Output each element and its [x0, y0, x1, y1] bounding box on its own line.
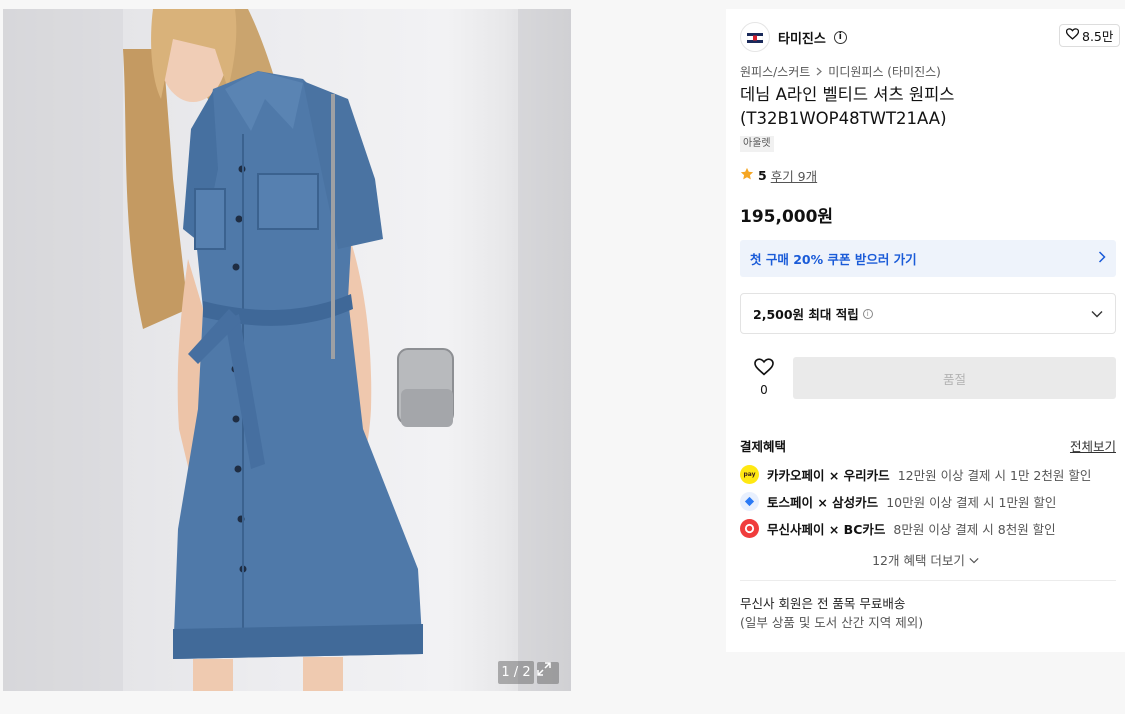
chevron-right-icon [1098, 251, 1106, 266]
product-photo-illustration [3, 9, 571, 691]
benefit-title: 무신사페이 × BC카드 [767, 522, 886, 537]
image-counter: 1 / 2 [498, 661, 534, 684]
chevron-down-icon [969, 552, 979, 567]
view-all-benefits-link[interactable]: 전체보기 [1070, 436, 1116, 455]
product-info-panel: 타미진스 i 8.5만 원피스/스커트 미디원피스 (타미진스) 데님 A라인 … [726, 9, 1125, 652]
breadcrumb-subcategory[interactable]: 미디원피스 (타미진스) [828, 63, 941, 80]
star-icon [740, 167, 754, 184]
wishlist-button[interactable]: 0 [750, 358, 778, 397]
outlet-tag: 아울렛 [740, 136, 774, 152]
benefit-desc: 10만원 이상 결제 시 1만원 할인 [886, 495, 1057, 510]
chevron-right-icon [816, 65, 823, 79]
brand-name[interactable]: 타미진스 [778, 28, 826, 47]
coupon-label: 첫 구매 20% 쿠폰 받으러 가기 [750, 252, 917, 267]
chevron-down-icon [1091, 306, 1103, 321]
benefit-desc: 8만원 이상 결제 시 8천원 할인 [893, 522, 1056, 537]
benefit-item: 무신사페이 × BC카드 8만원 이상 결제 시 8천원 할인 [740, 519, 1116, 538]
product-image[interactable]: 1 / 2 [3, 9, 571, 691]
tosspay-icon [740, 492, 759, 511]
benefit-title: 토스페이 × 삼성카드 [767, 495, 879, 510]
shipping-exception: (일부 상품 및 도서 산간 지역 제외) [740, 615, 924, 630]
benefit-item: pay 카카오페이 × 우리카드 12만원 이상 결제 시 1만 2천원 할인 [740, 465, 1116, 484]
payment-benefits-title: 결제혜택 [740, 439, 787, 454]
benefit-item: 토스페이 × 삼성카드 10만원 이상 결제 시 1만원 할인 [740, 492, 1116, 511]
more-benefits-label: 12개 혜택 더보기 [872, 553, 965, 568]
brand-like-button[interactable]: 8.5만 [1059, 24, 1121, 47]
brand-logo[interactable] [740, 22, 770, 52]
points-dropdown[interactable]: 2,500원 최대 적립 i [740, 293, 1116, 334]
kakaopay-icon: pay [740, 465, 759, 484]
breadcrumb-category[interactable]: 원피스/스커트 [740, 63, 810, 80]
rating-row: 5 후기 9개 [740, 166, 817, 185]
brand-row[interactable]: 타미진스 i [740, 22, 847, 52]
product-title: 데님 A라인 벨티드 셔츠 원피스 (T32B1WOP48TWT21AA) [740, 85, 955, 128]
points-info-icon[interactable]: i [862, 308, 873, 319]
brand-like-count: 8.5만 [1082, 29, 1114, 44]
review-link[interactable]: 후기 9개 [771, 166, 817, 185]
shipping-info: 무신사 회원은 전 품목 무료배송 [740, 596, 906, 611]
points-label: 2,500원 최대 적립 [753, 307, 859, 322]
benefit-title: 카카오페이 × 우리카드 [767, 468, 890, 483]
payment-benefits-header: 결제혜택 전체보기 [740, 436, 1116, 455]
heart-icon [1065, 28, 1080, 43]
benefit-desc: 12만원 이상 결제 시 1만 2천원 할인 [897, 468, 1092, 483]
tommy-flag-icon [746, 28, 764, 47]
breadcrumb: 원피스/스커트 미디원피스 (타미진스) [740, 63, 941, 80]
rating-score: 5 [758, 168, 767, 183]
more-benefits-button[interactable]: 12개 혜택 더보기 [726, 550, 1125, 569]
first-purchase-coupon-banner[interactable]: 첫 구매 20% 쿠폰 받으러 가기 [740, 240, 1116, 277]
wishlist-count: 0 [760, 383, 768, 397]
product-price: 195,000원 [740, 207, 834, 227]
musinsapay-icon [740, 519, 759, 538]
heart-outline-icon [754, 358, 774, 379]
expand-image-button[interactable] [537, 662, 559, 684]
divider [740, 580, 1116, 581]
info-icon[interactable]: i [833, 30, 847, 44]
soldout-button[interactable]: 품절 [793, 357, 1116, 399]
